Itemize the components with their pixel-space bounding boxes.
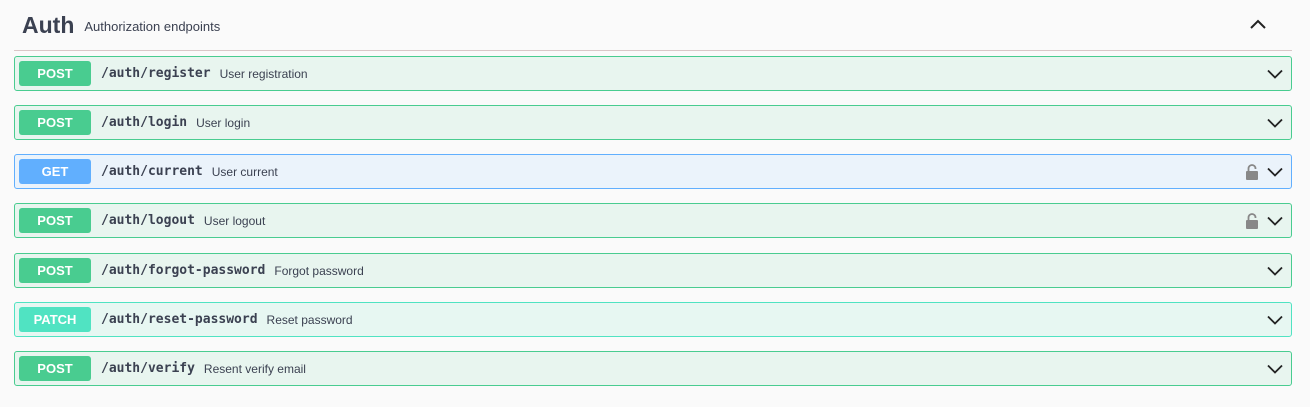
method-badge: POST [19,61,91,86]
operation-path: /auth/reset-password [101,312,258,327]
operation-path: /auth/forgot-password [101,263,266,278]
operation-auth-login[interactable]: POST /auth/login User login [14,105,1292,140]
chevron-down-icon[interactable] [1267,118,1283,128]
collapse-button[interactable] [1246,12,1270,36]
method-badge: POST [19,208,91,233]
method-badge: POST [19,258,91,283]
chevron-down-icon[interactable] [1267,216,1283,226]
operation-summary: User login [196,115,251,130]
operation-auth-verify[interactable]: POST /auth/verify Resent verify email [14,351,1292,386]
chevron-down-icon[interactable] [1267,266,1283,276]
method-badge: POST [19,356,91,381]
operation-summary: Resent verify email [203,361,306,376]
method-badge: GET [19,159,91,184]
lock-icon[interactable] [1245,163,1259,180]
operation-auth-logout[interactable]: POST /auth/logout User logout [14,203,1292,238]
chevron-down-icon[interactable] [1267,167,1283,177]
chevron-down-icon[interactable] [1267,315,1283,325]
operation-path: /auth/current [101,164,203,179]
section-title: Auth [22,11,75,38]
section-header-auth[interactable]: Auth Authorization endpoints [14,0,1292,51]
operation-summary: User registration [219,66,308,81]
operation-auth-register[interactable]: POST /auth/register User registration [14,56,1292,91]
operation-summary: User current [211,164,278,179]
operation-summary: Reset password [266,312,353,327]
operation-auth-current[interactable]: GET /auth/current User current [14,154,1292,189]
chevron-down-icon[interactable] [1267,364,1283,374]
lock-icon[interactable] [1245,212,1259,229]
method-badge: PATCH [19,307,91,332]
section-description: Authorization endpoints [84,18,221,34]
operation-path: /auth/register [101,66,211,81]
operation-summary: User logout [203,213,266,228]
operation-auth-forgot-password[interactable]: POST /auth/forgot-password Forgot passwo… [14,253,1292,288]
chevron-up-icon [1250,19,1266,29]
method-badge: POST [19,110,91,135]
operation-auth-reset-password[interactable]: PATCH /auth/reset-password Reset passwor… [14,302,1292,337]
chevron-down-icon[interactable] [1267,69,1283,79]
operation-path: /auth/verify [101,361,195,376]
operation-path: /auth/login [101,115,188,130]
operation-path: /auth/logout [101,213,195,228]
operation-summary: Forgot password [274,263,364,278]
